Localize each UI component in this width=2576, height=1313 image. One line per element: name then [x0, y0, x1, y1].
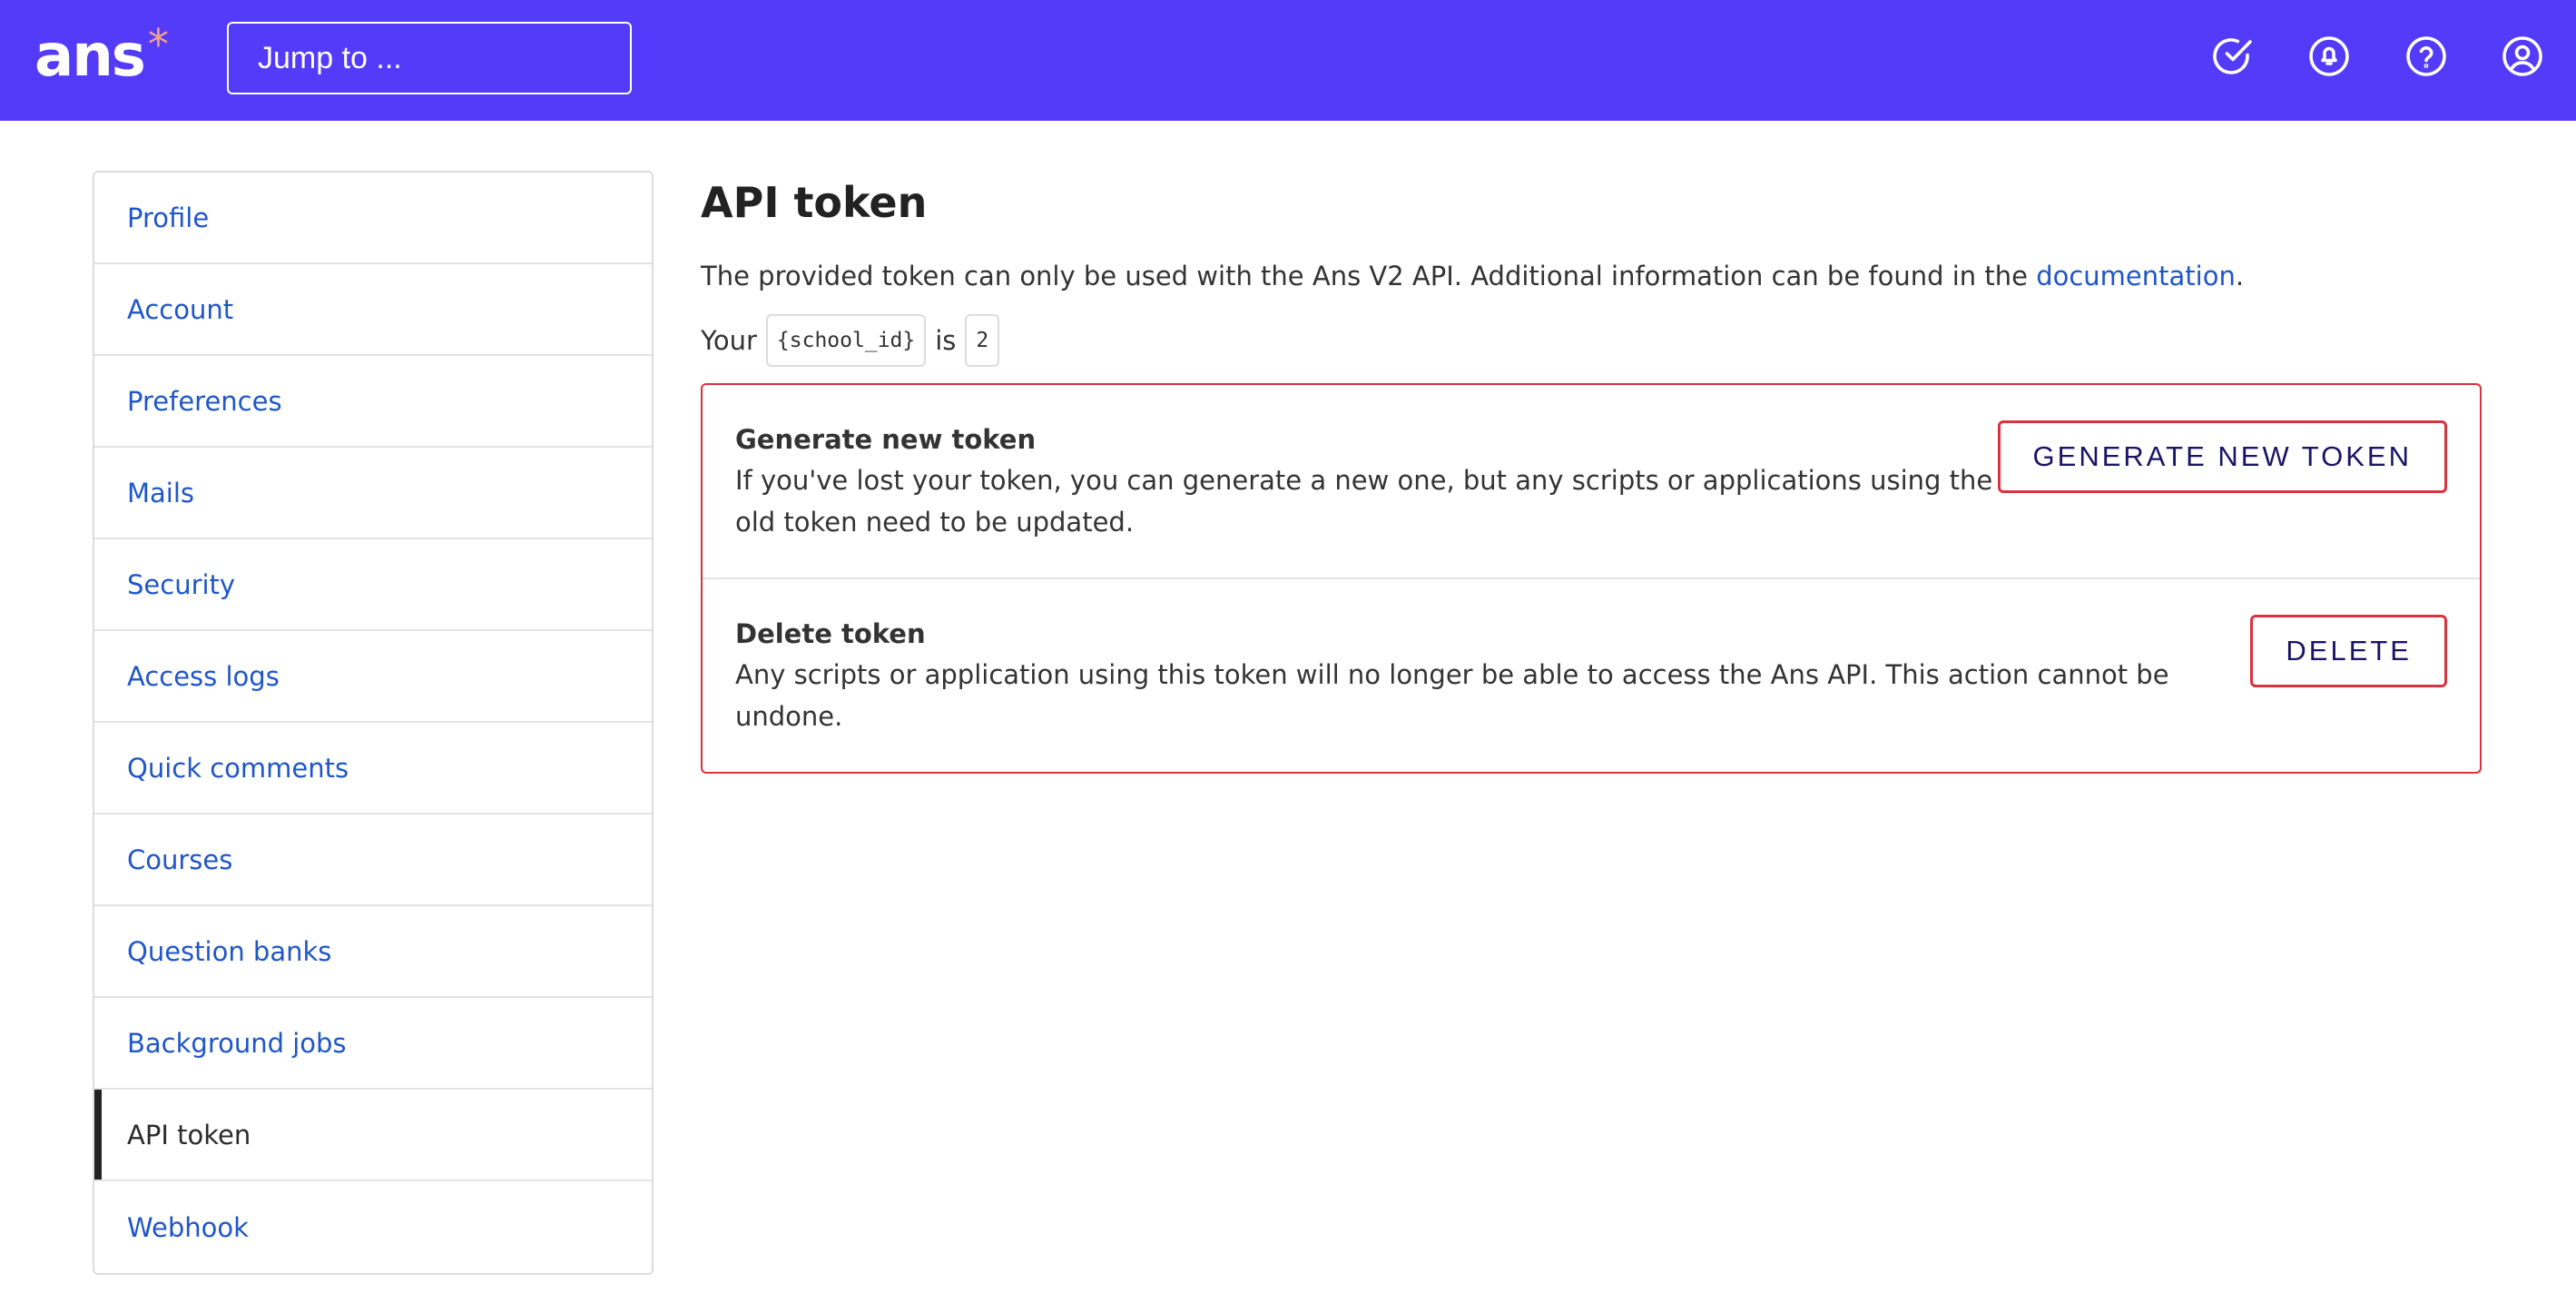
sidebar-item-security[interactable]: Security [94, 539, 652, 631]
delete-token-text: Delete token Any scripts or application … [735, 614, 2224, 737]
school-id-code: {school_id} [765, 314, 927, 367]
generate-token-description: If you've lost your token, you can gener… [735, 465, 1993, 538]
sidebar-item-access-logs[interactable]: Access logs [94, 631, 652, 723]
delete-token-title: Delete token [735, 618, 926, 649]
sidebar-item-mails[interactable]: Mails [94, 448, 652, 539]
main-content: API token The provided token can only be… [701, 171, 2482, 774]
user-account-icon[interactable] [2501, 35, 2544, 78]
school-middle: is [935, 325, 957, 356]
sidebar-item-background-jobs[interactable]: Background jobs [94, 998, 652, 1090]
intro-text: The provided token can only be used with… [701, 261, 2037, 291]
sidebar-item-webhook[interactable]: Webhook [94, 1181, 652, 1273]
sidebar-item-question-banks[interactable]: Question banks [94, 906, 652, 998]
danger-zone: Generate new token If you've lost your t… [701, 383, 2482, 774]
ans-logo[interactable]: ans * [34, 20, 169, 93]
check-circle-icon[interactable] [2211, 35, 2255, 78]
documentation-link[interactable]: documentation [2036, 261, 2236, 291]
sidebar-item-quick-comments[interactable]: Quick comments [94, 723, 652, 814]
school-id-value: 2 [965, 314, 1000, 367]
bell-icon[interactable] [2307, 35, 2351, 78]
sidebar-item-courses[interactable]: Courses [94, 814, 652, 906]
intro-paragraph: The provided token can only be used with… [701, 258, 2482, 294]
help-icon[interactable] [2404, 35, 2448, 78]
sidebar-item-account[interactable]: Account [94, 264, 652, 356]
school-id-line: Your {school_id} is 2 [701, 314, 2482, 367]
page-title: API token [701, 178, 928, 227]
generate-token-title: Generate new token [735, 424, 1037, 455]
generate-new-token-button[interactable]: GENERATE NEW TOKEN [1997, 420, 2447, 493]
intro-end: . [2235, 261, 2245, 291]
logo-text: ans [34, 23, 146, 90]
generate-token-section: Generate new token If you've lost your t… [703, 385, 2480, 578]
sidebar-item-api-token[interactable]: API token [94, 1090, 652, 1181]
delete-token-description: Any scripts or application using this to… [735, 659, 2169, 732]
logo-asterisk: * [147, 20, 169, 69]
generate-token-text: Generate new token If you've lost your t… [735, 420, 1998, 543]
school-prefix: Your [701, 325, 757, 356]
sidebar-item-preferences[interactable]: Preferences [94, 356, 652, 448]
delete-token-section: Delete token Any scripts or application … [703, 578, 2480, 772]
settings-sidebar: Profile Account Preferences Mails Securi… [93, 171, 654, 1275]
sidebar-item-profile[interactable]: Profile [94, 173, 652, 264]
delete-token-button[interactable]: DELETE [2250, 615, 2447, 687]
jump-to-search-input[interactable] [227, 22, 632, 94]
top-navigation-bar: ans * [0, 0, 2576, 121]
